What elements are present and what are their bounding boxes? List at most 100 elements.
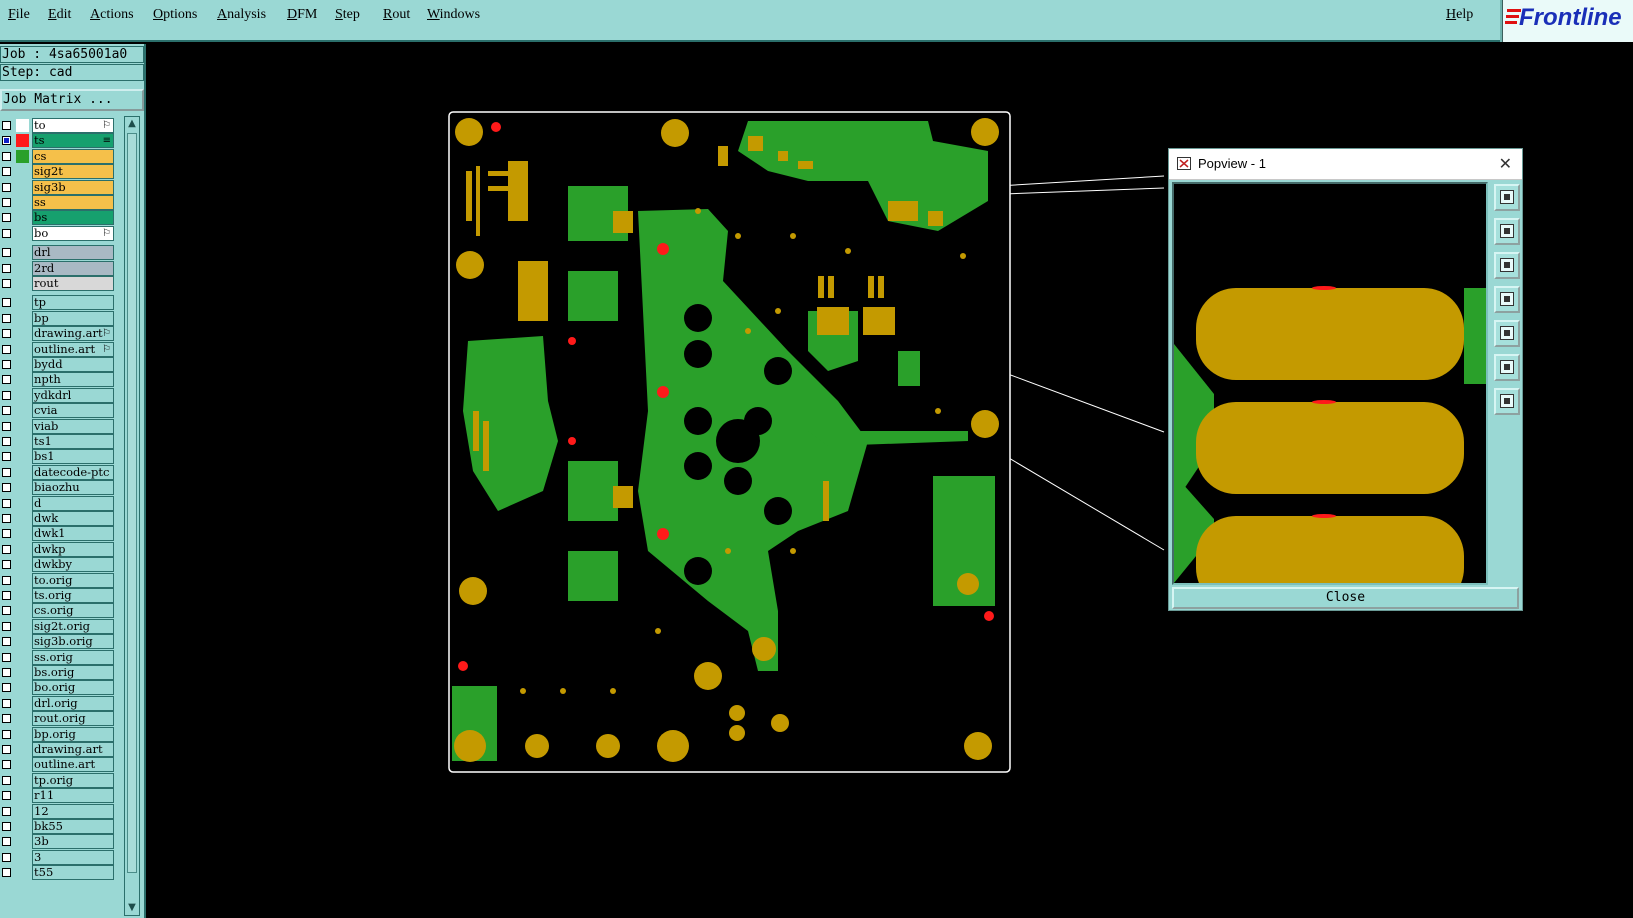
layer-name[interactable]: 3b xyxy=(32,834,114,850)
layer-row[interactable]: bk55 xyxy=(0,819,122,835)
layer-checkbox[interactable] xyxy=(2,198,11,207)
layer-color-swatch[interactable] xyxy=(16,696,29,710)
layer-color-swatch[interactable] xyxy=(16,358,29,371)
layer-row[interactable]: r11 xyxy=(0,788,122,804)
layer-row[interactable]: ts ≡ xyxy=(0,133,122,149)
layer-name[interactable]: rout.orig xyxy=(32,711,114,727)
menu-analysis[interactable]: Analysis xyxy=(217,7,266,23)
layer-checkbox[interactable] xyxy=(2,248,11,258)
layer-name[interactable]: ss xyxy=(32,195,114,210)
layer-checkbox[interactable] xyxy=(2,263,11,273)
layer-name[interactable]: drl xyxy=(32,245,114,261)
layer-name[interactable]: dwk xyxy=(32,511,114,526)
layer-name[interactable]: drawing.art ⚐ xyxy=(32,326,114,342)
layer-color-swatch[interactable] xyxy=(16,450,29,464)
layer-name[interactable]: 2rd xyxy=(32,260,114,276)
layer-name[interactable]: ss.orig xyxy=(32,649,114,665)
layer-row[interactable]: datecode-ptc xyxy=(0,464,122,481)
layer-color-swatch[interactable] xyxy=(16,435,29,448)
layer-row[interactable]: drawing.art ⚐ xyxy=(0,326,122,342)
layer-color-swatch[interactable] xyxy=(16,542,29,556)
layer-row[interactable]: cs.orig xyxy=(0,603,122,619)
layer-checkbox[interactable] xyxy=(2,437,11,446)
layer-name[interactable]: ts1 xyxy=(32,434,114,449)
layer-name[interactable]: dwkby xyxy=(32,557,114,573)
layer-checkbox[interactable] xyxy=(2,406,11,416)
layer-row[interactable]: bp xyxy=(0,310,122,327)
layer-checkbox[interactable] xyxy=(2,375,11,385)
pcb-board[interactable] xyxy=(448,111,1011,773)
layer-checkbox[interactable] xyxy=(2,868,11,878)
menu-file[interactable]: File xyxy=(8,7,30,23)
layer-name[interactable]: sig2t xyxy=(32,164,114,180)
layer-name[interactable]: dwk1 xyxy=(32,526,114,542)
layer-row[interactable]: ts.orig xyxy=(0,588,122,604)
layer-row[interactable]: sig2t xyxy=(0,164,122,180)
layer-name[interactable]: outline.art ⚐ xyxy=(32,341,114,357)
layer-row[interactable]: viab xyxy=(0,418,122,435)
popview-close-button[interactable]: Close xyxy=(1172,587,1519,609)
layer-color-swatch[interactable] xyxy=(16,404,29,418)
layer-name[interactable]: bp.orig xyxy=(32,726,114,742)
layer-checkbox[interactable] xyxy=(2,298,11,308)
layer-row[interactable]: sig3b.orig xyxy=(0,634,122,650)
layer-checkbox[interactable] xyxy=(2,514,11,523)
job-matrix-button[interactable]: Job Matrix ... xyxy=(0,89,144,111)
layer-list-scrollbar[interactable]: ▲ ▼ xyxy=(124,116,140,916)
zoom-out-icon[interactable] xyxy=(1494,388,1520,415)
layer-checkbox[interactable] xyxy=(2,621,11,631)
layer-row[interactable]: outline.art xyxy=(0,757,122,773)
layer-row[interactable]: dwk1 xyxy=(0,526,122,542)
layer-checkbox[interactable] xyxy=(2,775,11,785)
layer-checkbox[interactable] xyxy=(2,560,11,570)
layer-color-swatch[interactable] xyxy=(16,820,29,833)
layer-checkbox[interactable] xyxy=(2,698,11,708)
layer-name[interactable]: drl.orig xyxy=(32,695,114,711)
menu-actions[interactable]: Actions xyxy=(90,7,134,23)
layer-color-swatch[interactable] xyxy=(16,604,29,618)
layer-color-swatch[interactable] xyxy=(16,388,29,402)
layer-row[interactable]: bp.orig xyxy=(0,726,122,743)
layer-name[interactable]: viab xyxy=(32,418,114,434)
layer-checkbox[interactable] xyxy=(2,575,11,585)
layer-name[interactable]: ts.orig xyxy=(32,588,114,603)
layer-name[interactable]: 3 xyxy=(32,849,114,865)
layer-checkbox[interactable] xyxy=(2,452,11,462)
layer-row[interactable]: ydkdrl xyxy=(0,387,122,404)
layer-name[interactable]: tp.orig xyxy=(32,772,114,788)
layer-color-swatch[interactable] xyxy=(16,196,29,209)
layer-color-swatch[interactable] xyxy=(16,835,29,849)
menu-step[interactable]: Step xyxy=(335,7,360,23)
layer-color-swatch[interactable] xyxy=(16,573,29,587)
layer-color-swatch[interactable] xyxy=(16,773,29,787)
layer-name[interactable]: sig3b xyxy=(32,179,114,195)
scroll-thumb[interactable] xyxy=(127,133,137,873)
layer-checkbox[interactable] xyxy=(2,544,11,554)
layer-row[interactable]: drl.orig xyxy=(0,695,122,712)
layer-checkbox[interactable] xyxy=(2,852,11,862)
layer-row[interactable]: to.orig xyxy=(0,572,122,589)
layer-color-swatch[interactable] xyxy=(16,465,29,479)
layer-row[interactable]: dwk xyxy=(0,511,122,527)
layer-checkbox[interactable] xyxy=(2,668,11,677)
layer-checkbox[interactable] xyxy=(2,760,11,770)
layer-checkbox[interactable] xyxy=(2,329,11,339)
layer-name[interactable]: bo ⚐ xyxy=(32,225,114,241)
layer-name[interactable]: sig2t.orig xyxy=(32,618,114,634)
layer-color-swatch[interactable] xyxy=(16,373,29,387)
layer-row[interactable]: cvia xyxy=(0,403,122,419)
layer-row[interactable]: sig3b xyxy=(0,179,122,196)
layer-color-swatch[interactable] xyxy=(16,619,29,633)
layer-color-swatch[interactable] xyxy=(16,558,29,572)
layer-row[interactable]: dwkby xyxy=(0,557,122,573)
layer-color-swatch[interactable] xyxy=(16,327,29,341)
layer-name[interactable]: bp xyxy=(32,310,114,326)
layer-color-swatch[interactable] xyxy=(16,758,29,772)
layer-row[interactable]: npth xyxy=(0,372,122,388)
layer-checkbox[interactable] xyxy=(2,136,11,146)
layer-checkbox[interactable] xyxy=(2,714,11,724)
layer-color-swatch[interactable] xyxy=(16,789,29,803)
pan-up-icon[interactable] xyxy=(1494,218,1520,245)
layer-name[interactable]: cs.orig xyxy=(32,603,114,619)
menu-options[interactable]: Options xyxy=(153,7,197,23)
